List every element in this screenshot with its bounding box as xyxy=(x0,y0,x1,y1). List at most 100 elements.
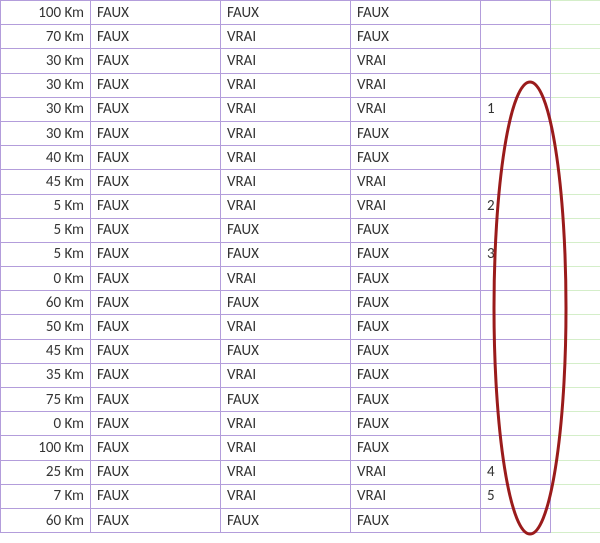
cell-km[interactable]: 0 Km xyxy=(1,267,91,291)
cell-empty[interactable] xyxy=(551,291,600,315)
cell-count[interactable]: 3 xyxy=(481,242,551,266)
cell-col-b[interactable]: FAUX xyxy=(221,508,351,532)
table-row[interactable]: 30 KmFAUXVRAIVRAI1 xyxy=(1,97,600,121)
cell-col-b[interactable]: VRAI xyxy=(221,460,351,484)
cell-col-b[interactable]: VRAI xyxy=(221,73,351,97)
cell-km[interactable]: 75 Km xyxy=(1,388,91,412)
cell-col-c[interactable]: FAUX xyxy=(351,242,481,266)
cell-col-c[interactable]: FAUX xyxy=(351,146,481,170)
table-row[interactable]: 35 KmFAUXVRAIFAUX xyxy=(1,363,600,387)
cell-col-b[interactable]: VRAI xyxy=(221,49,351,73)
cell-col-a[interactable]: FAUX xyxy=(91,146,221,170)
cell-col-c[interactable]: FAUX xyxy=(351,291,481,315)
cell-empty[interactable] xyxy=(551,412,600,436)
cell-col-c[interactable]: FAUX xyxy=(351,1,481,25)
table-row[interactable]: 7 KmFAUXVRAIVRAI5 xyxy=(1,484,600,508)
table-row[interactable]: 30 KmFAUXVRAIVRAI xyxy=(1,49,600,73)
cell-col-b[interactable]: FAUX xyxy=(221,218,351,242)
cell-empty[interactable] xyxy=(551,170,600,194)
table-row[interactable]: 100 KmFAUXVRAIFAUX xyxy=(1,436,600,460)
cell-count[interactable] xyxy=(481,146,551,170)
table-row[interactable]: 0 KmFAUXVRAIFAUX xyxy=(1,412,600,436)
cell-empty[interactable] xyxy=(551,194,600,218)
cell-col-c[interactable]: VRAI xyxy=(351,49,481,73)
table-row[interactable]: 5 KmFAUXFAUXFAUX3 xyxy=(1,242,600,266)
cell-empty[interactable] xyxy=(551,436,600,460)
cell-count[interactable]: 1 xyxy=(481,97,551,121)
cell-col-b[interactable]: VRAI xyxy=(221,146,351,170)
cell-col-a[interactable]: FAUX xyxy=(91,315,221,339)
table-row[interactable]: 60 KmFAUXFAUXFAUX xyxy=(1,508,600,532)
table-row[interactable]: 60 KmFAUXFAUXFAUX xyxy=(1,291,600,315)
cell-col-b[interactable]: VRAI xyxy=(221,194,351,218)
cell-col-b[interactable]: VRAI xyxy=(221,121,351,145)
cell-count[interactable] xyxy=(481,388,551,412)
cell-col-b[interactable]: VRAI xyxy=(221,25,351,49)
cell-col-c[interactable]: FAUX xyxy=(351,363,481,387)
cell-count[interactable] xyxy=(481,291,551,315)
cell-km[interactable]: 50 Km xyxy=(1,315,91,339)
cell-count[interactable] xyxy=(481,25,551,49)
table-row[interactable]: 45 KmFAUXVRAIVRAI xyxy=(1,170,600,194)
cell-col-b[interactable]: VRAI xyxy=(221,436,351,460)
cell-km[interactable]: 7 Km xyxy=(1,484,91,508)
cell-col-b[interactable]: VRAI xyxy=(221,97,351,121)
cell-col-b[interactable]: VRAI xyxy=(221,170,351,194)
cell-count[interactable] xyxy=(481,1,551,25)
cell-km[interactable]: 35 Km xyxy=(1,363,91,387)
cell-col-a[interactable]: FAUX xyxy=(91,25,221,49)
cell-km[interactable]: 60 Km xyxy=(1,291,91,315)
table-row[interactable]: 30 KmFAUXVRAIVRAI xyxy=(1,73,600,97)
cell-km[interactable]: 0 Km xyxy=(1,412,91,436)
table-row[interactable]: 40 KmFAUXVRAIFAUX xyxy=(1,146,600,170)
cell-empty[interactable] xyxy=(551,73,600,97)
cell-empty[interactable] xyxy=(551,1,600,25)
cell-col-a[interactable]: FAUX xyxy=(91,363,221,387)
cell-km[interactable]: 70 Km xyxy=(1,25,91,49)
table-row[interactable]: 0 KmFAUXVRAIFAUX xyxy=(1,267,600,291)
cell-count[interactable] xyxy=(481,436,551,460)
cell-km[interactable]: 45 Km xyxy=(1,339,91,363)
cell-col-c[interactable]: VRAI xyxy=(351,484,481,508)
cell-empty[interactable] xyxy=(551,267,600,291)
cell-col-c[interactable]: FAUX xyxy=(351,412,481,436)
cell-count[interactable] xyxy=(481,49,551,73)
cell-km[interactable]: 40 Km xyxy=(1,146,91,170)
cell-col-c[interactable]: FAUX xyxy=(351,267,481,291)
cell-col-a[interactable]: FAUX xyxy=(91,339,221,363)
cell-empty[interactable] xyxy=(551,218,600,242)
cell-col-c[interactable]: FAUX xyxy=(351,25,481,49)
cell-km[interactable]: 5 Km xyxy=(1,242,91,266)
cell-empty[interactable] xyxy=(551,484,600,508)
cell-col-c[interactable]: FAUX xyxy=(351,339,481,363)
cell-col-a[interactable]: FAUX xyxy=(91,1,221,25)
cell-count[interactable] xyxy=(481,73,551,97)
cell-count[interactable] xyxy=(481,508,551,532)
cell-col-a[interactable]: FAUX xyxy=(91,412,221,436)
cell-col-c[interactable]: FAUX xyxy=(351,388,481,412)
cell-km[interactable]: 45 Km xyxy=(1,170,91,194)
cell-col-c[interactable]: FAUX xyxy=(351,436,481,460)
cell-col-a[interactable]: FAUX xyxy=(91,97,221,121)
cell-col-a[interactable]: FAUX xyxy=(91,49,221,73)
cell-col-c[interactable]: VRAI xyxy=(351,460,481,484)
cell-empty[interactable] xyxy=(551,242,600,266)
cell-col-a[interactable]: FAUX xyxy=(91,291,221,315)
table-row[interactable]: 5 KmFAUXVRAIVRAI2 xyxy=(1,194,600,218)
cell-col-a[interactable]: FAUX xyxy=(91,508,221,532)
table-row[interactable]: 30 KmFAUXVRAIFAUX xyxy=(1,121,600,145)
cell-col-a[interactable]: FAUX xyxy=(91,388,221,412)
cell-count[interactable] xyxy=(481,412,551,436)
cell-col-a[interactable]: FAUX xyxy=(91,121,221,145)
cell-km[interactable]: 5 Km xyxy=(1,194,91,218)
cell-col-c[interactable]: FAUX xyxy=(351,121,481,145)
cell-count[interactable] xyxy=(481,121,551,145)
cell-col-a[interactable]: FAUX xyxy=(91,267,221,291)
cell-empty[interactable] xyxy=(551,460,600,484)
cell-col-b[interactable]: FAUX xyxy=(221,291,351,315)
cell-empty[interactable] xyxy=(551,97,600,121)
cell-col-b[interactable]: FAUX xyxy=(221,339,351,363)
cell-col-b[interactable]: FAUX xyxy=(221,242,351,266)
cell-empty[interactable] xyxy=(551,25,600,49)
cell-km[interactable]: 30 Km xyxy=(1,121,91,145)
